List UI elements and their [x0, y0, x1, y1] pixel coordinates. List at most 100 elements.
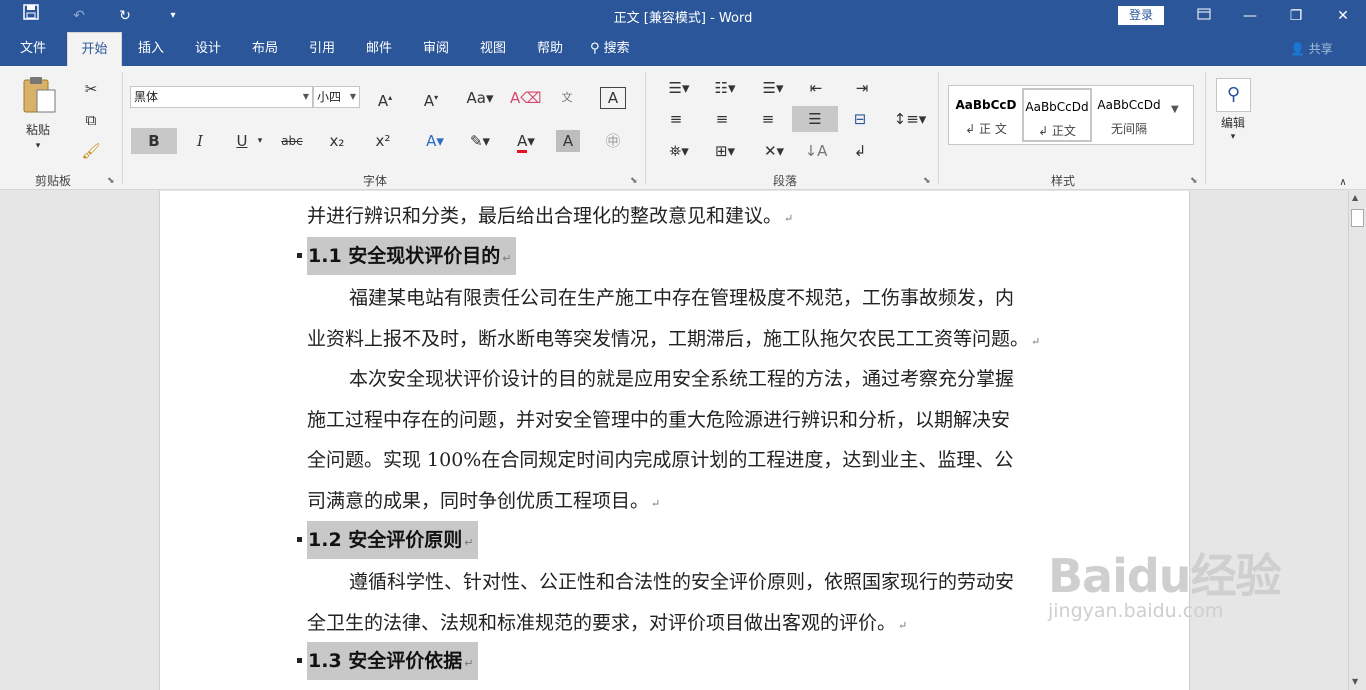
- paste-dropdown-icon[interactable]: ▾: [18, 133, 58, 159]
- justify-icon[interactable]: ☰: [792, 106, 838, 132]
- decrease-indent-icon[interactable]: ⇤: [802, 75, 830, 101]
- search-icon: ⚲: [590, 41, 600, 56]
- text-effects-icon[interactable]: A▾: [418, 128, 452, 154]
- align-right-icon[interactable]: ≡: [754, 106, 782, 132]
- paragraph-mark: ↵: [502, 252, 512, 265]
- format-painter-icon[interactable]: 🖌: [78, 138, 104, 164]
- tab-design[interactable]: 设计: [183, 32, 233, 66]
- multilevel-list-icon[interactable]: ☰▾: [754, 75, 792, 101]
- tab-help[interactable]: 帮助: [525, 32, 575, 66]
- paragraph-launcher-icon[interactable]: ⬊: [923, 176, 931, 186]
- clipboard-icon: [23, 77, 56, 113]
- line-text: 遵循科学性、针对性、公正性和合法性的安全评价原则，依照国家现行的劳动安: [349, 571, 1015, 593]
- divider: [645, 72, 646, 184]
- styles-gallery: AaBbCcD ↲ 正 文 AaBbCcDd ↲ 正文 AaBbCcDd 无间隔…: [948, 85, 1194, 145]
- ribbon-display-options-icon[interactable]: [1181, 2, 1227, 30]
- character-border-icon[interactable]: A: [600, 87, 626, 109]
- underline-button[interactable]: U: [230, 128, 254, 154]
- person-icon: 👤: [1290, 42, 1305, 56]
- align-center-icon[interactable]: ≡: [708, 106, 736, 132]
- login-button[interactable]: 登录: [1118, 6, 1164, 25]
- vertical-scrollbar[interactable]: ▲ ▼: [1348, 191, 1366, 690]
- font-name-combo[interactable]: 黑体 ▼: [130, 86, 313, 108]
- phonetic-guide-icon[interactable]: 文: [554, 85, 580, 111]
- copy-icon[interactable]: ⧉: [78, 107, 104, 133]
- heading-text: 1.3 安全评价依据: [308, 650, 463, 672]
- tab-references[interactable]: 引用: [297, 32, 347, 66]
- restore-icon[interactable]: ❐: [1273, 2, 1319, 30]
- distributed-align-icon[interactable]: ⊟: [846, 106, 874, 132]
- scroll-thumb[interactable]: [1351, 209, 1364, 227]
- grow-font-icon[interactable]: A▴: [372, 85, 398, 111]
- style-sample: AaBbCcD: [955, 98, 1017, 112]
- tab-layout[interactable]: 布局: [240, 32, 290, 66]
- font-launcher-icon[interactable]: ⬊: [630, 176, 638, 186]
- highlight-color-icon[interactable]: ✎▾: [462, 128, 498, 154]
- tab-review[interactable]: 审阅: [411, 32, 461, 66]
- enclose-characters-icon[interactable]: ㊥: [600, 128, 626, 154]
- font-color-icon[interactable]: A▾: [508, 128, 544, 154]
- bold-button[interactable]: B: [131, 128, 177, 154]
- share-button[interactable]: 👤 共享: [1290, 32, 1333, 66]
- close-icon[interactable]: ✕: [1320, 2, 1366, 30]
- tab-file[interactable]: 文件: [10, 32, 56, 66]
- paste-button[interactable]: [22, 76, 58, 120]
- clear-formatting-icon[interactable]: A⌫: [510, 85, 541, 111]
- paragraph-mark: ↵: [651, 497, 661, 510]
- heading-text: 1.1 安全现状评价目的: [308, 245, 501, 267]
- body-line: 遵循科学性、针对性、公正性和合法性的安全评价原则，依照国家现行的劳动安: [349, 567, 1014, 594]
- ribbon-tabs: 文件 开始 插入 设计 布局 引用 邮件 审阅 视图 帮助 ⚲ 搜索 👤 共享: [0, 32, 1366, 66]
- document-page[interactable]: 并进行辨识和分类，最后给出合理化的整改意见和建议。 ↵ 1.1 安全现状评价目的 ↵…: [159, 191, 1190, 690]
- underline-dropdown-icon[interactable]: ▾: [254, 128, 266, 154]
- find-magnifier-icon[interactable]: ⚲: [1216, 78, 1251, 112]
- character-shading-icon[interactable]: A: [556, 130, 580, 152]
- show-formatting-marks-icon[interactable]: ↲: [846, 138, 874, 164]
- line-spacing-icon[interactable]: ↕≡▾: [893, 106, 927, 132]
- body-line: 业资料上报不及时，断水断电等突发情况，工期滞后，施工队拖欠农民工工资等问题。 ↵: [307, 324, 1040, 351]
- style-item-body-spaced[interactable]: AaBbCcD ↲ 正 文: [951, 88, 1021, 142]
- line-text: 全卫生的法律、法规和标准规范的要求，对评价项目做出客观的评价。: [307, 612, 897, 634]
- paragraph-mark: ↵: [464, 657, 474, 670]
- borders-icon[interactable]: ⊞▾: [706, 138, 744, 164]
- font-size-combo[interactable]: 小四 ▼: [313, 86, 360, 108]
- style-item-body[interactable]: AaBbCcDd ↲ 正文: [1022, 88, 1092, 142]
- shading-icon[interactable]: ⛯▾: [660, 138, 698, 164]
- tab-view[interactable]: 视图: [468, 32, 518, 66]
- clipboard-launcher-icon[interactable]: ⬊: [107, 176, 115, 186]
- body-line: 全问题。实现 100%在合同规定时间内完成原计划的工程进度，达到业主、监理、公: [307, 445, 1013, 472]
- align-left-icon[interactable]: ≡: [662, 106, 690, 132]
- strikethrough-button[interactable]: abc: [276, 128, 308, 154]
- style-item-no-spacing[interactable]: AaBbCcDd 无间隔: [1094, 88, 1164, 142]
- italic-button[interactable]: I: [186, 128, 214, 154]
- share-label: 共享: [1308, 42, 1333, 56]
- chinese-layout-icon[interactable]: ✕▾: [756, 138, 792, 164]
- line-text: 业资料上报不及时，断水断电等突发情况，工期滞后，施工队拖欠农民工工资等问题。: [307, 328, 1030, 350]
- minimize-icon[interactable]: —: [1227, 2, 1273, 30]
- tab-insert[interactable]: 插入: [126, 32, 176, 66]
- bullets-icon[interactable]: ☰▾: [660, 75, 698, 101]
- editing-dropdown-icon[interactable]: ▾: [1210, 124, 1256, 150]
- cut-icon[interactable]: ✂: [78, 76, 104, 102]
- style-sample: AaBbCcDd: [1097, 98, 1161, 112]
- heading-1-1: 1.1 安全现状评价目的 ↵: [307, 237, 516, 275]
- heading-bullet: [297, 537, 302, 542]
- styles-more-icon[interactable]: ▼: [1171, 104, 1179, 115]
- increase-indent-icon[interactable]: ⇥: [848, 75, 876, 101]
- style-sample: AaBbCcDd: [1025, 100, 1089, 114]
- change-case-icon[interactable]: Aa▾: [462, 85, 498, 111]
- font-size-value: 小四: [317, 90, 342, 104]
- styles-launcher-icon[interactable]: ⬊: [1190, 176, 1198, 186]
- numbering-icon[interactable]: ☷▾: [706, 75, 744, 101]
- font-group-label: 字体: [362, 174, 387, 188]
- scroll-down-icon[interactable]: ▼: [1352, 677, 1358, 686]
- superscript-button[interactable]: x²: [368, 128, 398, 154]
- line-text: 并进行辨识和分类，最后给出合理化的整改意见和建议。: [307, 205, 783, 227]
- subscript-button[interactable]: x₂: [322, 128, 352, 154]
- sort-icon[interactable]: ↓A: [802, 138, 830, 164]
- tab-mailings[interactable]: 邮件: [354, 32, 404, 66]
- tab-home[interactable]: 开始: [67, 32, 122, 66]
- tab-search[interactable]: ⚲ 搜索: [590, 32, 642, 66]
- scroll-up-icon[interactable]: ▲: [1352, 193, 1358, 202]
- tab-search-label: 搜索: [603, 41, 630, 56]
- shrink-font-icon[interactable]: A▾: [418, 85, 444, 111]
